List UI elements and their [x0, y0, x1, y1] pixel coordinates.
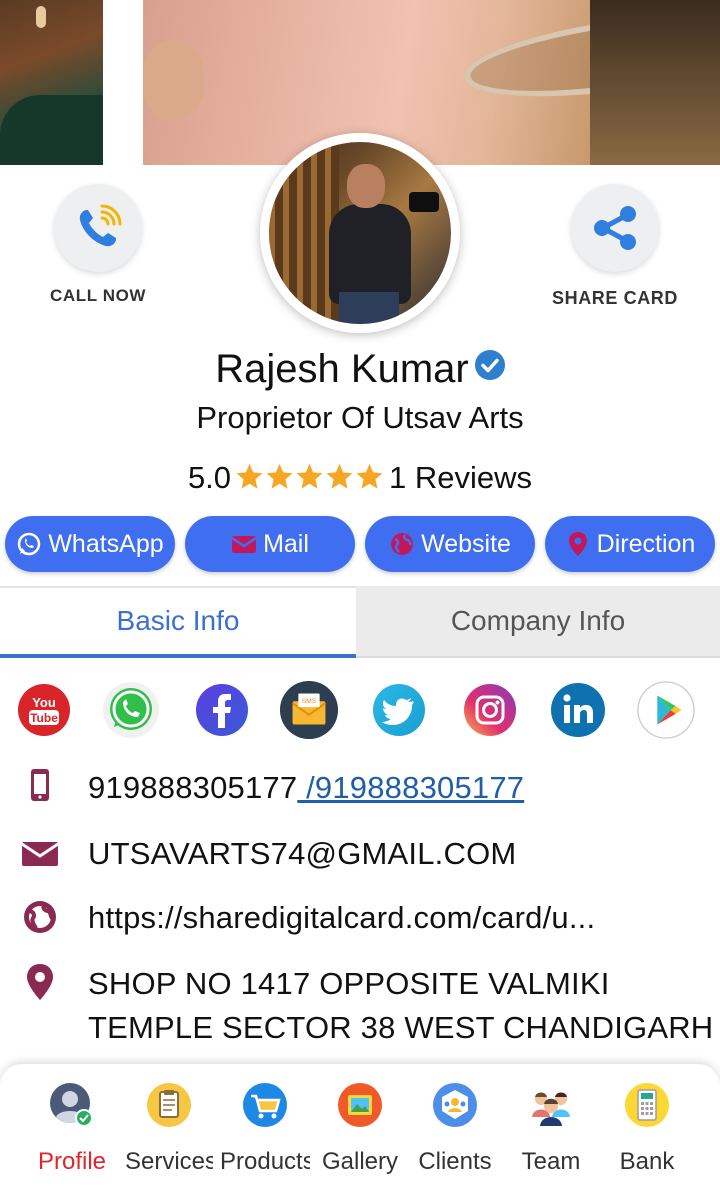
nav-gallery-label: Gallery [321, 1148, 399, 1175]
nav-profile-label: Profile [37, 1148, 107, 1175]
envelope-icon [20, 834, 60, 874]
share-card-button[interactable]: SHARE CARD [540, 184, 690, 309]
nav-profile[interactable]: Profile [24, 1082, 120, 1176]
reviews-count[interactable]: 1 Reviews [389, 460, 532, 495]
nav-team-label: Team [521, 1148, 581, 1175]
phone-call-icon[interactable] [54, 184, 142, 272]
direction-label: Direction [596, 529, 696, 558]
clipboard-icon [146, 1082, 192, 1128]
mail-button[interactable]: Mail [185, 516, 355, 572]
tab-basic-info[interactable]: Basic Info [0, 586, 356, 658]
nav-services[interactable]: Services [121, 1082, 217, 1176]
call-now-label: CALL NOW [49, 286, 147, 305]
direction-button[interactable]: Direction [545, 516, 715, 572]
picture-gallery-icon [337, 1082, 383, 1128]
rating-row: 5.0 1 Reviews [0, 460, 720, 499]
contact-address-row[interactable]: SHOP NO 1417 OPPOSITE VALMIKI TEMPLE SEC… [0, 962, 720, 1052]
contact-phone-row[interactable]: 919888305177 /919888305177 [0, 766, 720, 810]
nav-gallery[interactable]: Gallery [312, 1082, 408, 1176]
nav-products-label: Products [220, 1148, 310, 1175]
nav-clients-label: Clients [418, 1148, 492, 1175]
website-label: Website [421, 529, 511, 558]
cover-photo-main [143, 0, 720, 165]
nav-bank-label: Bank [619, 1148, 675, 1175]
phone-number-link[interactable]: /919888305177 [297, 770, 524, 805]
youtube-icon[interactable]: You Tube [14, 680, 74, 740]
quick-actions: WhatsApp Mail Website Direction [0, 516, 720, 572]
svg-text:You: You [32, 695, 56, 710]
nav-products[interactable]: Products [217, 1082, 313, 1176]
twitter-icon[interactable] [369, 680, 429, 740]
whatsapp-button[interactable]: WhatsApp [5, 516, 175, 572]
share-icon[interactable] [571, 184, 659, 272]
cover-photo-left [0, 0, 103, 165]
star-icon [326, 463, 353, 489]
map-pin-icon [565, 531, 591, 557]
contact-phone-text: 919888305177 /919888305177 [88, 770, 524, 806]
phone-number: 919888305177 [88, 770, 298, 805]
nav-team[interactable]: Team [503, 1082, 599, 1176]
info-tabs: Basic Info Company Info [0, 586, 720, 658]
whatsapp-icon[interactable] [101, 680, 161, 740]
verified-badge-icon [474, 350, 505, 380]
profile-photo [269, 142, 451, 324]
share-card-label: SHARE CARD [551, 288, 678, 308]
globe-icon [20, 897, 60, 937]
contact-address-text: SHOP NO 1417 OPPOSITE VALMIKI TEMPLE SEC… [88, 966, 714, 1045]
star-icon [236, 463, 263, 489]
contact-website-text[interactable]: https://sharedigitalcard.com/card/u... [88, 900, 595, 936]
star-icon [356, 463, 383, 489]
play-store-icon[interactable] [636, 680, 696, 740]
social-links: You Tube SMS [0, 680, 720, 742]
instagram-icon[interactable] [460, 680, 520, 740]
sms-icon[interactable]: SMS [279, 680, 339, 740]
nav-clients[interactable]: Clients [407, 1082, 503, 1176]
mobile-phone-icon [20, 766, 60, 806]
tab-company-info[interactable]: Company Info [356, 586, 720, 658]
contact-website-row[interactable]: https://sharedigitalcard.com/card/u... [0, 896, 720, 940]
clients-group-icon [432, 1082, 478, 1128]
svg-text:Tube: Tube [30, 711, 58, 725]
globe-icon [389, 531, 415, 557]
team-people-icon [528, 1082, 574, 1128]
nav-services-label: Services [125, 1148, 213, 1175]
mail-label: Mail [263, 529, 309, 558]
profile-designation: Proprietor Of Utsav Arts [196, 400, 524, 435]
nav-bank[interactable]: Bank [599, 1082, 695, 1176]
contact-email-row[interactable]: UTSAVARTS74@GMAIL.COM [0, 832, 720, 876]
map-pin-icon [20, 962, 60, 1002]
facebook-icon[interactable] [192, 680, 252, 740]
rating-value: 5.0 [187, 460, 232, 495]
profile-name: Rajesh Kumar [215, 347, 469, 391]
rating-stars [235, 462, 385, 499]
website-button[interactable]: Website [365, 516, 535, 572]
whatsapp-icon [16, 531, 42, 557]
bottom-navigation: Profile Services Products Gallery Client… [0, 1064, 720, 1193]
contact-email-text[interactable]: UTSAVARTS74@GMAIL.COM [88, 836, 516, 872]
profile-name-row: Rajesh Kumar [0, 347, 720, 392]
call-now-button[interactable]: CALL NOW [40, 184, 156, 306]
star-icon [296, 463, 323, 489]
profile-user-icon [49, 1082, 95, 1128]
linkedin-icon[interactable] [548, 680, 608, 740]
envelope-icon [231, 531, 257, 557]
profile-avatar [260, 133, 460, 333]
whatsapp-label: WhatsApp [48, 529, 164, 558]
svg-text:SMS: SMS [302, 698, 317, 705]
shopping-cart-icon [242, 1082, 288, 1128]
bank-calculator-icon [624, 1082, 670, 1128]
star-icon [266, 463, 293, 489]
